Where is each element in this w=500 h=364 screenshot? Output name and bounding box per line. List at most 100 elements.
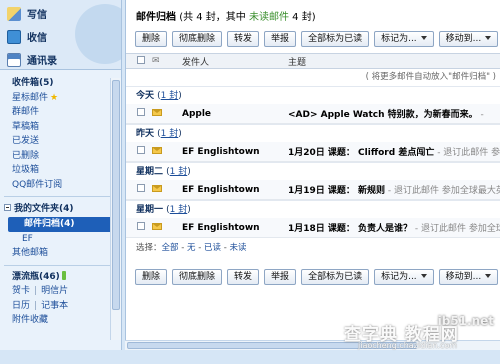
day-count-link[interactable]: 1 封 bbox=[161, 129, 179, 139]
delete-button[interactable]: 删除 bbox=[135, 30, 168, 47]
sidebar-item-subscriptions[interactable]: QQ邮件订阅 bbox=[0, 178, 121, 193]
sidebar-item-drift-bottle[interactable]: 漂流瓶(46) bbox=[0, 270, 121, 285]
sidebar-item-archive[interactable]: 邮件归档(4) bbox=[8, 217, 115, 232]
chevron-down-icon bbox=[485, 35, 492, 40]
sidebar-item-group-mail[interactable]: 群邮件 bbox=[0, 105, 121, 120]
row-sender: EF Englishtown bbox=[182, 146, 260, 157]
my-folders-toggle[interactable]: 我的文件夹(4) bbox=[0, 201, 121, 217]
bottom-toolbar: 删除 彻底删除 转发 举报 全部标为已读 标记为... 移动到... bbox=[126, 266, 500, 287]
select-label: 选择： bbox=[136, 243, 162, 253]
mail-list-panel: 邮件归档 (共 4 封，其中 未读邮件 4 封) 删除 彻底删除 转发 举报 全… bbox=[125, 0, 500, 364]
day-label: 昨天 bbox=[136, 129, 155, 139]
select-read-link[interactable]: 已读 bbox=[204, 243, 221, 253]
site-watermark: ib51.net 查字典 教程网 jiaocheng.chazidian.com bbox=[344, 314, 494, 354]
move-to-dropdown[interactable]: 移动到... bbox=[438, 30, 499, 47]
delete-button[interactable]: 删除 bbox=[135, 268, 168, 285]
row-sender: EF Englishtown bbox=[182, 184, 260, 195]
receive-button[interactable]: 收信 bbox=[0, 27, 121, 46]
day-count-link[interactable]: 1 封 bbox=[170, 167, 188, 177]
row-checkbox[interactable] bbox=[137, 184, 145, 192]
sidebar-item-deleted[interactable]: 已删除 bbox=[0, 149, 121, 164]
sidebar-item-other-mailboxes[interactable]: 其他邮箱 bbox=[0, 246, 121, 261]
envelope-icon bbox=[152, 146, 162, 154]
select-all-link[interactable]: 全部 bbox=[162, 243, 179, 253]
table-row[interactable]: EF Englishtown 1月19日 课题： 新规则 - 退订此邮件 参加全… bbox=[126, 180, 500, 200]
row-snippet: - 退订此邮件 参加全球最 bbox=[414, 224, 500, 234]
mark-as-dropdown[interactable]: 标记为... bbox=[374, 30, 434, 47]
report-button[interactable]: 举报 bbox=[264, 30, 297, 47]
receive-icon bbox=[7, 29, 21, 44]
sidebar-item-drafts[interactable]: 草稿箱 bbox=[0, 120, 121, 135]
sender-column-header[interactable]: 发件人 bbox=[174, 55, 280, 68]
auto-archive-link[interactable]: ( 将更多邮件自动放入"邮件归档" ) bbox=[126, 69, 500, 86]
receive-label: 收信 bbox=[27, 33, 47, 44]
day-group-header: 今天 (1 封) bbox=[126, 86, 500, 104]
sidebar-item-spam[interactable]: 垃圾箱 bbox=[0, 163, 121, 178]
sidebar-item-inbox[interactable]: 收件箱(5) bbox=[0, 76, 121, 91]
chevron-down-icon bbox=[485, 273, 492, 278]
contacts-button[interactable]: 通讯录 bbox=[0, 50, 121, 69]
table-row[interactable]: EF Englishtown 1月20日 课题： Clifford 差点闯亡 -… bbox=[126, 142, 500, 162]
sidebar-item-ef[interactable]: EF bbox=[0, 232, 121, 247]
mark-as-label: 标记为... bbox=[381, 271, 417, 282]
row-subject: 1月18日 课题： 负责人是谁？ bbox=[288, 224, 413, 234]
mark-all-read-button[interactable]: 全部标为已读 bbox=[301, 268, 370, 285]
chevron-down-icon bbox=[420, 273, 427, 278]
page-title: 邮件归档 bbox=[136, 12, 176, 23]
starred-label: 星标邮件 bbox=[12, 92, 49, 103]
row-checkbox[interactable] bbox=[137, 146, 145, 154]
sidebar: 写信 收信 通讯录 收件箱(5) 星标邮件 ★ 群邮件 草稿箱 已发送 已删除 垃… bbox=[0, 0, 122, 364]
select-unread-link[interactable]: 未读 bbox=[230, 243, 247, 253]
scrollbar-thumb[interactable] bbox=[112, 80, 120, 310]
day-count-link[interactable]: 1 封 bbox=[170, 205, 188, 215]
row-sender: Apple bbox=[182, 108, 212, 119]
star-icon: ★ bbox=[50, 92, 59, 103]
select-all-checkbox[interactable] bbox=[137, 55, 145, 64]
sidebar-item-postcards[interactable]: 明信片 bbox=[41, 286, 68, 296]
sidebar-scrollbar[interactable] bbox=[110, 78, 121, 340]
table-row[interactable]: Apple <AD> Apple Watch 特别款，为新春而来。 - bbox=[126, 104, 500, 124]
divider bbox=[4, 264, 117, 266]
forward-button[interactable]: 转发 bbox=[227, 30, 260, 47]
compose-button[interactable]: 写信 bbox=[0, 4, 121, 23]
permanent-delete-button[interactable]: 彻底删除 bbox=[172, 30, 223, 47]
subject-column-header[interactable]: 主题 bbox=[280, 55, 500, 68]
envelope-icon bbox=[152, 222, 162, 230]
count-prefix: (共 4 封，其中 bbox=[179, 12, 249, 23]
sidebar-item-attachments[interactable]: 附件收藏 bbox=[0, 313, 121, 328]
unread-link[interactable]: 未读邮件 bbox=[249, 12, 289, 23]
day-label: 星期二 bbox=[136, 167, 164, 177]
sidebar-item-notes[interactable]: 记事本 bbox=[41, 301, 68, 311]
count-suffix: 4 封) bbox=[289, 12, 316, 23]
mark-as-dropdown[interactable]: 标记为... bbox=[374, 268, 434, 285]
table-row[interactable]: EF Englishtown 1月18日 课题： 负责人是谁？ - 退订此邮件 … bbox=[126, 218, 500, 238]
sidebar-item-calendar[interactable]: 日历 bbox=[12, 301, 30, 311]
sidebar-item-cards[interactable]: 贺卡 bbox=[12, 286, 30, 296]
sidebar-item-starred[interactable]: 星标邮件 ★ bbox=[0, 91, 121, 106]
top-toolbar: 删除 彻底删除 转发 举报 全部标为已读 标记为... 移动到... bbox=[126, 28, 500, 49]
collapse-icon bbox=[4, 204, 11, 211]
move-to-label: 移动到... bbox=[445, 271, 482, 282]
mark-all-read-button[interactable]: 全部标为已读 bbox=[301, 30, 370, 47]
sidebar-pair-row: 贺卡 | 明信片 bbox=[12, 286, 69, 296]
envelope-icon bbox=[152, 108, 162, 116]
report-button[interactable]: 举报 bbox=[264, 268, 297, 285]
permanent-delete-button[interactable]: 彻底删除 bbox=[172, 268, 223, 285]
day-label: 星期一 bbox=[136, 205, 164, 215]
contacts-icon bbox=[7, 52, 21, 67]
day-label: 今天 bbox=[136, 91, 155, 101]
move-to-dropdown[interactable]: 移动到... bbox=[438, 268, 499, 285]
row-checkbox[interactable] bbox=[137, 108, 145, 116]
sidebar-item-sent[interactable]: 已发送 bbox=[0, 134, 121, 149]
folder-header: 邮件归档 (共 4 封，其中 未读邮件 4 封) bbox=[126, 0, 500, 28]
day-count-link[interactable]: 1 封 bbox=[161, 91, 179, 101]
day-group-header: 星期一 (1 封) bbox=[126, 200, 500, 218]
selection-shortcuts: 选择：全部 - 无 - 已读 - 未读 bbox=[136, 243, 247, 253]
row-checkbox[interactable] bbox=[137, 222, 145, 230]
select-none-link[interactable]: 无 bbox=[187, 243, 196, 253]
contacts-label: 通讯录 bbox=[27, 56, 57, 67]
forward-button[interactable]: 转发 bbox=[227, 268, 260, 285]
divider bbox=[4, 196, 117, 197]
sidebar-pair-row: 日历 | 记事本 bbox=[12, 300, 69, 311]
envelope-icon bbox=[152, 184, 162, 192]
